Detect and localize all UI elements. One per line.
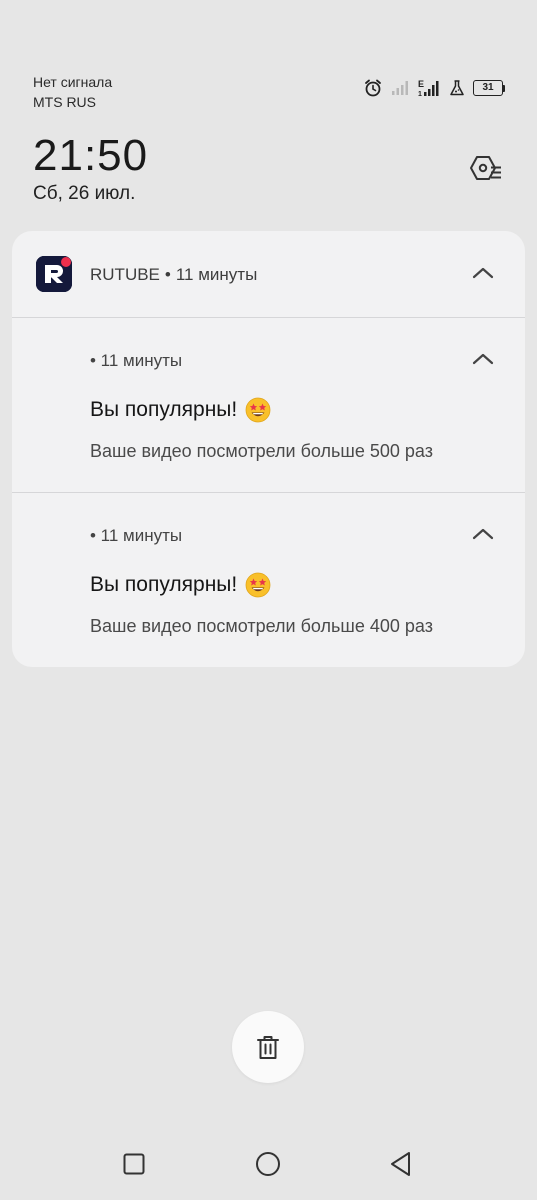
star-struck-emoji-icon [245,572,271,598]
notification-time: • 11 минуты [90,526,183,545]
notification-time: • 11 минуты [90,351,183,370]
collapse-notification-button[interactable] [470,525,496,543]
collapse-notification-button[interactable] [470,350,496,368]
signal-e-icon: E 1 [417,79,441,97]
title-separator: • [164,265,171,284]
status-bar-right: E 1 31 [363,78,505,98]
clock-time: 21:50 [33,131,149,180]
notification-item[interactable]: • 11 минуты Вы популярны! Ваше видео пос… [12,318,525,493]
trash-icon [257,1036,279,1059]
recents-square-icon [123,1153,145,1175]
back-triangle-icon [391,1152,410,1176]
clock-date: Сб, 26 июл. [33,183,136,204]
alarm-icon [363,78,383,98]
back-button[interactable] [386,1149,416,1179]
notification-item[interactable]: • 11 минуты Вы популярны! Ваше видео пос… [12,493,525,667]
chevron-up-icon [472,528,494,540]
notification-app-title: RUTUBE • 11 минуты [90,264,257,286]
network-status: Нет сигнала [33,74,113,90]
recents-button[interactable] [119,1149,149,1179]
notification-body: Ваше видео посмотрели больше 400 раз [90,616,433,636]
battery-icon: 31 [473,80,505,96]
carrier-name: MTS RUS [33,94,96,110]
notification-body: Ваше видео посмотрели больше 500 раз [90,441,433,461]
notification-title: Вы популярны! [90,398,238,421]
notification-age: 11 минуты [175,265,258,284]
status-bar-left: Нет сигнала MTS RUS [33,72,112,112]
settings-gear-list-icon [470,156,501,180]
app-name: RUTUBE [90,265,160,284]
sim-slot-label: 1 [418,91,422,97]
home-button[interactable] [253,1149,283,1179]
chevron-up-icon [472,267,494,279]
notification-title-row: Вы популярны! [90,396,271,424]
flask-icon [449,79,465,97]
signal-empty-icon [391,80,409,96]
notification-title: Вы популярны! [90,573,238,596]
notification-settings-button[interactable] [468,151,504,185]
collapse-group-button[interactable] [470,264,496,282]
notification-group-header[interactable]: RUTUBE • 11 минуты [12,231,525,317]
notification-group-card[interactable]: RUTUBE • 11 минуты • 11 минуты Вы популярн… [12,231,525,667]
clear-all-button[interactable] [232,1011,304,1083]
chevron-up-icon [472,353,494,365]
rutube-app-icon [36,256,72,292]
home-circle-icon [256,1152,280,1176]
notification-title-row: Вы популярны! [90,571,271,599]
network-type-label: E [418,79,424,89]
battery-level: 31 [473,80,503,96]
star-struck-emoji-icon [245,397,271,423]
